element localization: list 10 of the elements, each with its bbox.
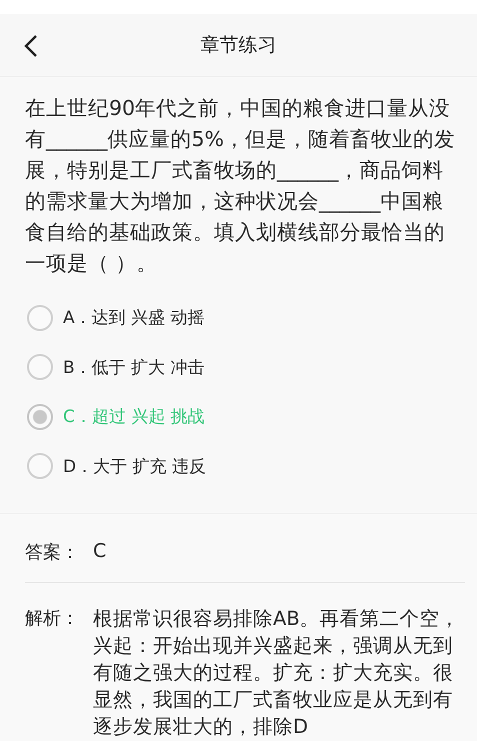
answer-option[interactable]: B．低于 扩大 冲击 (25, 342, 459, 392)
question-text: 在上世纪90年代之前，中国的粮食进口量从没有______供应量的5%，但是，随着畜牧业的发展，特别是工厂式畜牧场的______，商品饲料的需求量大为增加，这种状况会______中国粮食自给的基础政策。填入划横线部分最恰当的一项是（ ）。 (25, 95, 456, 277)
analysis-text: 根据常识很容易排除AB。再看第二个空，兴起：开始出现并兴盛起来，强调从无到有随之强大的过程。扩充：扩大充实。很显然，我国的工厂式畜牧业应是从无到有逐步发展壮大的，排除D (93, 606, 461, 740)
answer-option[interactable]: D．大于 扩充 违反 (25, 442, 459, 491)
answer-value: C (93, 540, 106, 564)
chevron-left-icon (24, 34, 38, 58)
analysis-label: 解析： (25, 607, 80, 631)
answer-label: 答案： (25, 541, 80, 564)
page-title: 章节练习 (200, 33, 276, 58)
answer-option[interactable]: A．达到 兴盛 动摇 (25, 293, 459, 342)
